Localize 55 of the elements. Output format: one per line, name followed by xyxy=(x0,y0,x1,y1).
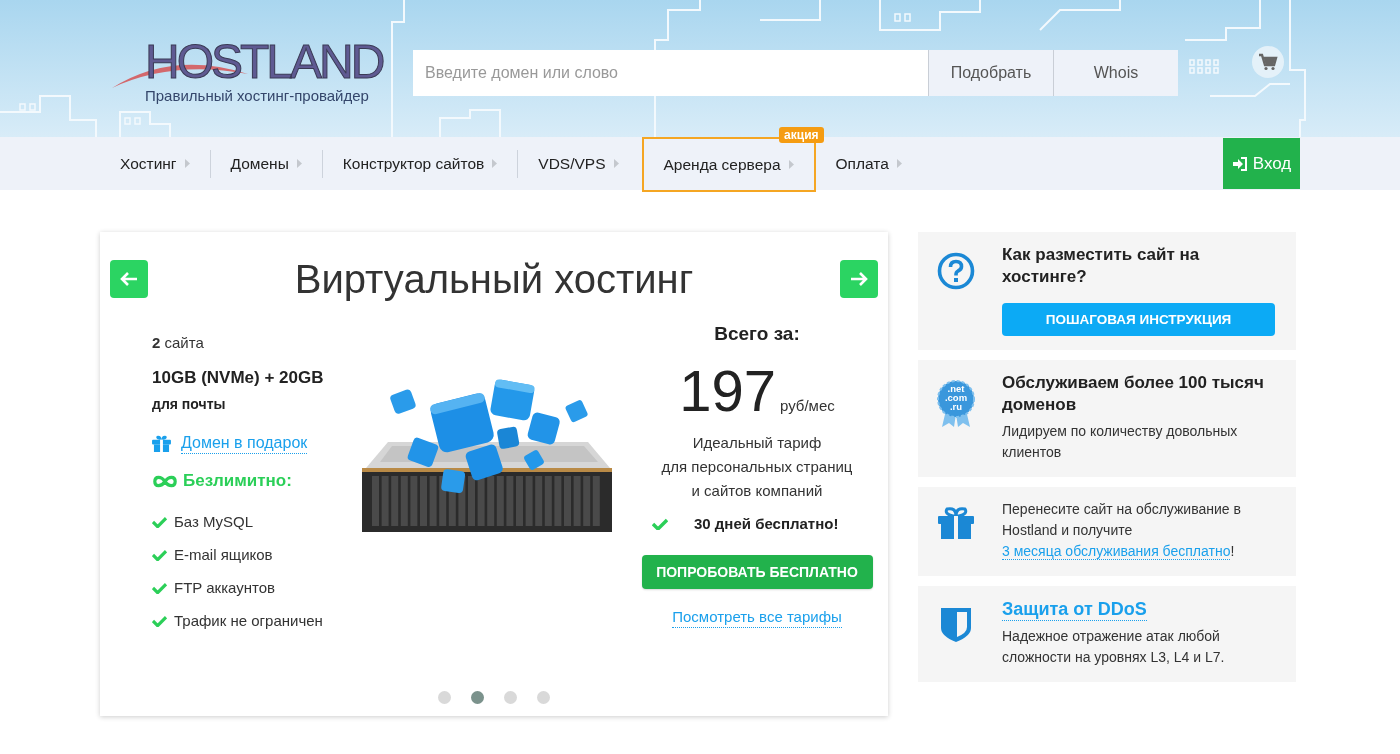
storage-size: 10GB (NVMe) + 20GB xyxy=(152,367,324,389)
promo-badge: акция xyxy=(779,127,824,143)
caret-icon xyxy=(788,160,794,169)
previous-slide-button[interactable] xyxy=(110,260,148,298)
logo-tagline: Правильный хостинг-провайдер xyxy=(145,87,369,105)
check-icon xyxy=(152,548,167,561)
login-icon xyxy=(1231,156,1248,171)
caret-icon xyxy=(896,159,902,168)
logo-wordmark[interactable]: HOSTLAND xyxy=(145,36,383,88)
price-unit: руб/мес xyxy=(780,397,835,414)
sites-count: 2 сайта xyxy=(152,333,204,353)
trial-text: 30 дней бесплатно! xyxy=(694,514,839,534)
check-icon xyxy=(652,518,668,530)
feature-text: Трафик не ограничен xyxy=(174,612,323,629)
next-slide-button[interactable] xyxy=(840,260,878,298)
check-icon xyxy=(152,614,167,627)
caret-icon xyxy=(492,159,498,168)
price-amount: 197 xyxy=(679,361,776,421)
search-field[interactable]: Введите домен или слово xyxy=(413,50,928,96)
feature-text: E-mail ящиков xyxy=(174,546,273,563)
info-text: Лидируем по количеству довольных клиентов xyxy=(1002,422,1239,462)
nav-item[interactable]: Домены xyxy=(210,137,322,190)
storage-note: для почты xyxy=(152,395,226,413)
check-icon xyxy=(152,581,167,594)
feature-text: Баз MySQL xyxy=(174,513,254,530)
price-label: Всего за: xyxy=(714,322,800,346)
nav-item[interactable]: Хостинг xyxy=(100,137,210,190)
gift-icon xyxy=(938,507,974,539)
caret-icon xyxy=(613,159,619,168)
question-icon xyxy=(937,252,975,290)
info-title: Как разместить сайт на хостинге? xyxy=(1002,244,1201,288)
caret-icon xyxy=(184,159,190,168)
search-button[interactable]: Whois xyxy=(1053,50,1178,96)
info-title: Обслуживаем более 100 тысяч доменов xyxy=(1002,372,1265,416)
nav-item[interactable]: Конструктор сайтов xyxy=(322,137,518,190)
arrow-left-icon xyxy=(120,272,138,286)
check-icon xyxy=(152,515,167,528)
shield-icon xyxy=(941,606,971,642)
infinity-icon xyxy=(152,474,178,488)
info-text: Надежное отражение атак любой сложности на уровнях L3, L4 и L7. xyxy=(1002,627,1226,667)
slide-dot[interactable] xyxy=(471,691,484,704)
cart-icon[interactable] xyxy=(1252,46,1284,78)
search-button[interactable]: Подобрать xyxy=(928,50,1053,96)
caret-icon xyxy=(296,159,302,168)
nav-item[interactable]: VDS/VPS xyxy=(518,137,639,190)
slide-dot[interactable] xyxy=(537,691,550,704)
feature-text: FTP аккаунтов xyxy=(174,579,275,596)
gift-icon xyxy=(152,435,171,452)
unlimited-label: Безлимитно: xyxy=(183,470,292,492)
slide-dot[interactable] xyxy=(504,691,517,704)
plan-description: Идеальный тариф для персональных страниц и сайтов компаний xyxy=(661,433,853,501)
slide-dot[interactable] xyxy=(438,691,451,704)
slide-title: Виртуальный хостинг xyxy=(294,256,694,303)
info-text: Перенесите сайт на обслуживание в Hostland и получите 3 месяца обслуживания бесплатно! xyxy=(1002,500,1242,562)
arrow-right-icon xyxy=(850,272,868,286)
